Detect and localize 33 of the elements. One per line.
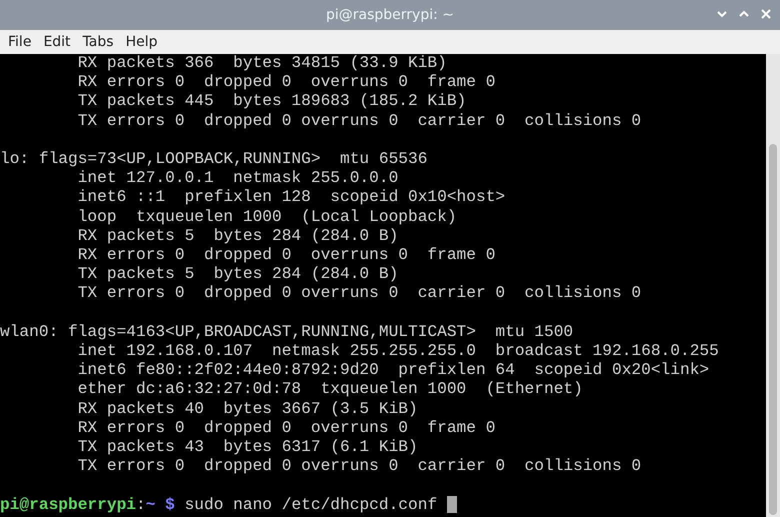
command-text: sudo nano /etc/dhcpcd.conf xyxy=(184,496,438,514)
terminal-line: inet 192.168.0.107 netmask 255.255.255.0 broadcast 192.168.0.255 xyxy=(76,342,720,362)
terminal-line: lo: flags=73<UP,LOOPBACK,RUNNING> mtu 65536 xyxy=(0,150,428,170)
terminal-line: RX packets 366 bytes 34815 (33.9 KiB) xyxy=(76,54,448,74)
terminal-line: TX errors 0 dropped 0 overruns 0 carrier 0 collisions 0 xyxy=(76,284,642,304)
close-icon[interactable] xyxy=(760,8,772,20)
terminal-line: inet6 fe80::2f02:44e0:8792:9d20 prefixlen 64 scopeid 0x20<link> xyxy=(76,361,710,380)
terminal-line: RX errors 0 dropped 0 overruns 0 frame 0 xyxy=(76,418,496,438)
menu-item[interactable]: Tabs xyxy=(76,34,120,50)
terminal-line: RX packets 40 bytes 3667 (3.5 KiB) xyxy=(76,400,419,419)
menu-item[interactable]: Edit xyxy=(37,34,77,50)
terminal-line: TX packets 43 bytes 6317 (6.1 KiB) xyxy=(76,438,419,458)
terminal-line: loop txqueuelen 1000 (Local Loopback) xyxy=(76,208,458,227)
prompt-symbol: $ xyxy=(165,496,175,514)
terminal-line: ether dc:a6:32:27:0d:78 txqueuelen 1000 (Ethernet) xyxy=(76,380,584,400)
terminal-line: RX packets 5 bytes 284 (284.0 B) xyxy=(76,226,400,246)
terminal-line: TX errors 0 dropped 0 overruns 0 carrier 0 collisions 0 xyxy=(76,112,642,131)
prompt-path: ~ xyxy=(146,496,156,514)
terminal-line: inet6 ::1 prefixlen 128 scopeid 0x10<host> xyxy=(76,188,506,208)
terminal-line: TX packets 445 bytes 189683 (185.2 KiB) xyxy=(76,92,468,112)
terminal-line: RX errors 0 dropped 0 overruns 0 frame 0 xyxy=(76,73,496,92)
terminal-line: TX packets 5 bytes 284 (284.0 B) xyxy=(76,265,400,284)
scrollbar[interactable] xyxy=(766,54,780,517)
menu-item[interactable]: File xyxy=(2,34,38,50)
terminal-line: inet 127.0.0.1 netmask 255.0.0.0 xyxy=(76,169,400,188)
scrollbar-thumb[interactable] xyxy=(769,144,777,515)
terminal-line: TX errors 0 dropped 0 overruns 0 carrier 0 collisions 0 xyxy=(76,457,642,476)
window-title: pi@raspberrypi: ~ xyxy=(326,7,454,23)
terminal-line: RX errors 0 dropped 0 overruns 0 frame 0 xyxy=(76,246,496,266)
prompt-user-host: pi@raspberrypi xyxy=(0,496,136,514)
menu-item[interactable]: Help xyxy=(120,34,164,50)
terminal-line: wlan0: flags=4163<UP,BROADCAST,RUNNING,MULTICAST> mtu 1500 xyxy=(0,322,574,342)
prompt-separator: : xyxy=(136,496,146,514)
